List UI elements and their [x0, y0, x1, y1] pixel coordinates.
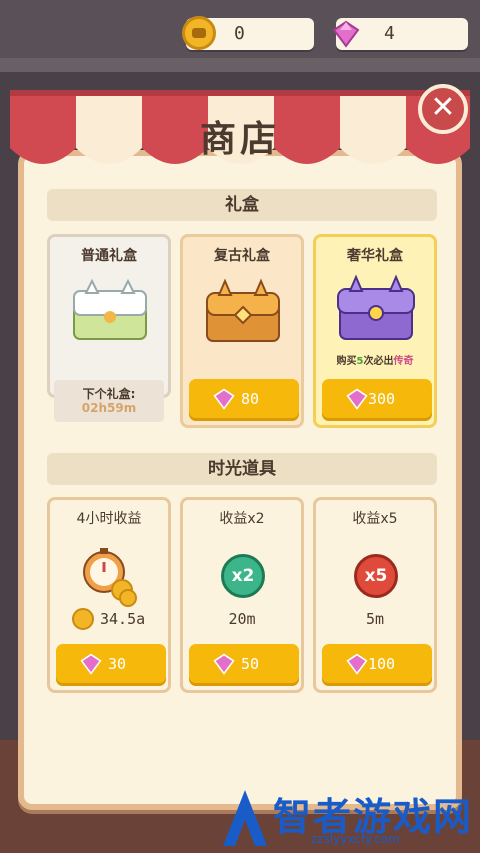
gift-box-luxury-name: 奢华礼盒 [347, 248, 403, 264]
gem-count: 4 [384, 23, 395, 44]
purple-chest-icon [337, 274, 415, 340]
gem-icon [332, 20, 360, 48]
gift-box-luxury[interactable]: 奢华礼盒 购买5次必出传奇 300 [313, 234, 437, 428]
gift-box-basic-name: 普通礼盒 [81, 248, 137, 264]
time-x2-price: 50 [241, 655, 260, 673]
time-item-x2-name: 收益x2 [219, 511, 265, 527]
luxury-price: 300 [368, 390, 396, 408]
stopwatch-coins-icon [83, 548, 137, 607]
gem-icon [346, 653, 368, 675]
gem-icon [346, 388, 368, 410]
time-item-x2-duration: 20m [228, 610, 256, 628]
luxury-promo: 购买5次必出传奇 [316, 352, 434, 367]
time-4h-price: 30 [108, 655, 127, 673]
orange-chest-icon [206, 278, 280, 342]
watermark: 智者游戏网 zzslyyxcfy.com [215, 782, 480, 853]
time-item-x5[interactable]: 收益x5 x5 5m 100 [313, 497, 437, 693]
time-item-4h-value: 34.5a [100, 610, 146, 628]
watermark-logo-icon [223, 790, 267, 846]
vintage-price: 80 [241, 390, 260, 408]
close-button[interactable]: ✕ [418, 84, 468, 134]
promo-prefix: 购买 [336, 356, 357, 367]
time-x5-price: 100 [368, 655, 396, 673]
time-item-x2[interactable]: 收益x2 x2 20m 50 [180, 497, 304, 693]
promo-middle: 次必出 [363, 356, 394, 367]
luxury-buy-button[interactable]: 300 [322, 379, 432, 421]
x5-badge-icon: x5 [354, 554, 398, 598]
time-item-4h[interactable]: 4小时收益 34.5a 30 [47, 497, 171, 693]
time-item-x5-name: 收益x5 [352, 511, 398, 527]
watermark-url: zzslyyxcfy.com [311, 832, 400, 846]
next-box-timer: 02h59m [81, 401, 137, 415]
section-gift-boxes: 礼盒 [47, 189, 437, 221]
vintage-buy-button[interactable]: 80 [189, 379, 299, 421]
shop-title: 商店 [199, 119, 280, 160]
time-x5-buy-button[interactable]: 100 [322, 644, 432, 686]
time-item-x5-duration: 5m [365, 610, 385, 628]
time-x2-buy-button[interactable]: 50 [189, 644, 299, 686]
background-rail [0, 58, 480, 72]
time-item-4h-name: 4小时收益 [76, 511, 142, 527]
time-4h-buy-button[interactable]: 30 [56, 644, 166, 686]
gem-icon [80, 653, 102, 675]
gift-box-vintage[interactable]: 复古礼盒 80 [180, 234, 304, 428]
coin-balance: 0 [182, 16, 314, 50]
gem-icon [213, 388, 235, 410]
x2-badge-icon: x2 [221, 554, 265, 598]
gem-balance: 4 [332, 18, 468, 50]
promo-legend: 传奇 [393, 356, 414, 367]
gift-box-basic[interactable]: 普通礼盒 下个礼盒: 02h59m [47, 234, 171, 422]
gift-box-vintage-name: 复古礼盒 [214, 248, 270, 264]
coin-icon [72, 608, 94, 630]
gem-icon [213, 653, 235, 675]
white-box-icon [73, 278, 147, 340]
section-time-items: 时光道具 [47, 453, 437, 485]
coin-count: 0 [234, 23, 245, 44]
coin-icon [182, 16, 216, 50]
next-box-label: 下个礼盒: [82, 387, 136, 401]
